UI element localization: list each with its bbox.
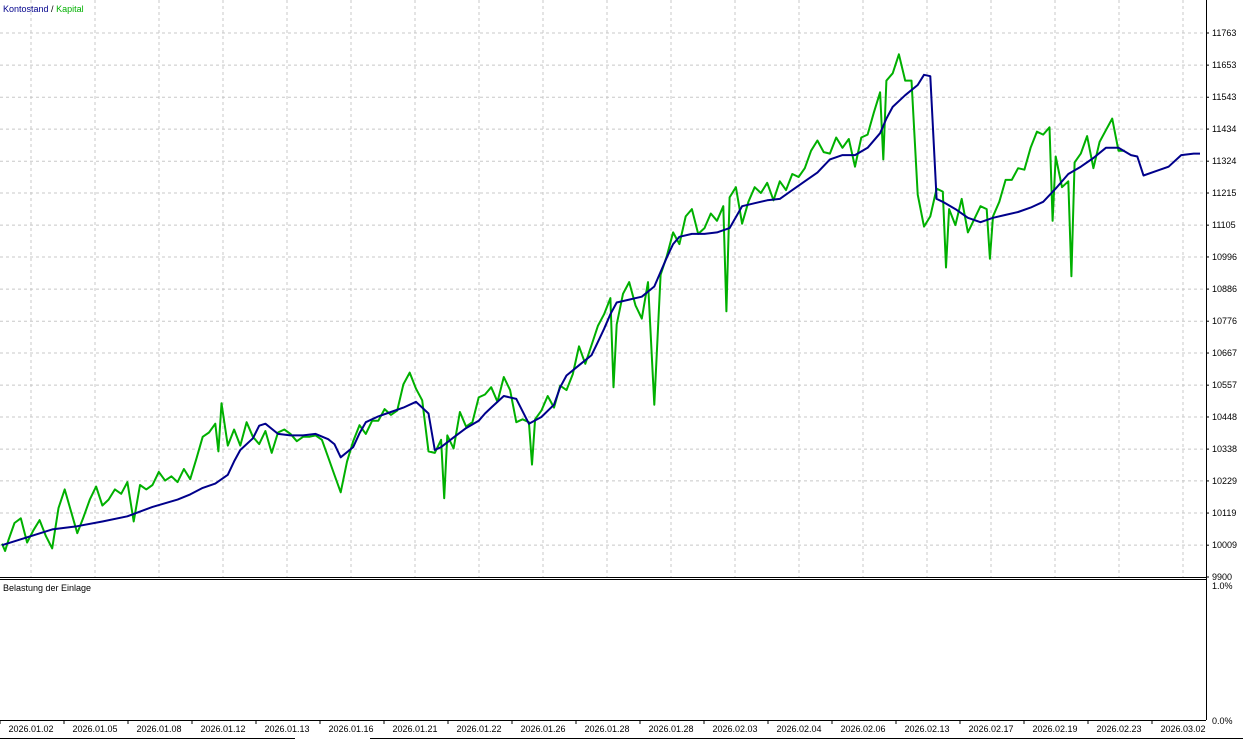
x-tick-label: 2026.02.04 (776, 724, 821, 734)
x-tick-label: 2026.02.19 (1032, 724, 1077, 734)
y-tick-label: 10448 (1212, 412, 1237, 422)
equity-chart: Belastung der Einlage 1.0% 0.0% 11763 116… (0, 0, 1243, 739)
y-tick-label: 11543 (1212, 92, 1236, 102)
x-tick-label: 2026.01.22 (456, 724, 501, 734)
y-tick-label: 10667 (1212, 348, 1237, 358)
y-tick-label: 11324 (1212, 156, 1236, 166)
y-tick-label: 11105 (1212, 220, 1236, 230)
chart-legend: Kontostand / Kapital (3, 4, 84, 14)
x-tick-label: 2026.01.28 (584, 724, 629, 734)
subwindow-title: Belastung der Einlage (3, 583, 91, 593)
x-tick-label: 2026.03.02 (1160, 724, 1205, 734)
x-tick-label: 2026.01.12 (200, 724, 245, 734)
x-tick-label: 2026.01.13 (264, 724, 309, 734)
y-tick-label: 11763 (1212, 28, 1236, 38)
y-tick-label: 10886 (1212, 284, 1237, 294)
y-tick-label: 10119 (1212, 508, 1236, 518)
y-tick-label: 10229 (1212, 476, 1237, 486)
subwindow-y-tick: 1.0% (1212, 581, 1233, 591)
x-tick-label: 2026.01.05 (72, 724, 117, 734)
legend-kapital: Kapital (56, 4, 84, 14)
x-tick-label: 2026.01.16 (328, 724, 373, 734)
y-tick-label: 11653 (1212, 60, 1236, 70)
x-tick-label: 2026.01.26 (520, 724, 565, 734)
x-tick-label: 2026.01.28 (648, 724, 693, 734)
x-tick-label: 2026.02.17 (968, 724, 1013, 734)
x-tick-label: 2026.01.02 (8, 724, 53, 734)
y-tick-label: 10009 (1212, 540, 1237, 550)
y-tick-label: 10996 (1212, 252, 1237, 262)
x-tick-label: 2026.01.21 (392, 724, 437, 734)
legend-kontostand: Kontostand (3, 4, 49, 14)
y-tick-label: 10776 (1212, 316, 1237, 326)
y-tick-label: 10557 (1212, 380, 1237, 390)
x-tick-label: 2026.02.13 (904, 724, 949, 734)
y-tick-label: 9900 (1212, 572, 1232, 582)
x-tick-label: 2026.01.08 (136, 724, 181, 734)
chart-canvas: Belastung der Einlage 1.0% 0.0% 11763 116… (0, 0, 1243, 739)
y-tick-label: 11434 (1212, 124, 1236, 134)
y-tick-label: 11215 (1212, 188, 1236, 198)
y-tick-label: 10338 (1212, 444, 1237, 454)
subwindow-y-tick: 0.0% (1212, 716, 1233, 726)
x-tick-label: 2026.02.06 (840, 724, 885, 734)
x-tick-label: 2026.02.23 (1096, 724, 1141, 734)
x-tick-label: 2026.02.03 (712, 724, 757, 734)
legend-separator: / (49, 4, 57, 14)
